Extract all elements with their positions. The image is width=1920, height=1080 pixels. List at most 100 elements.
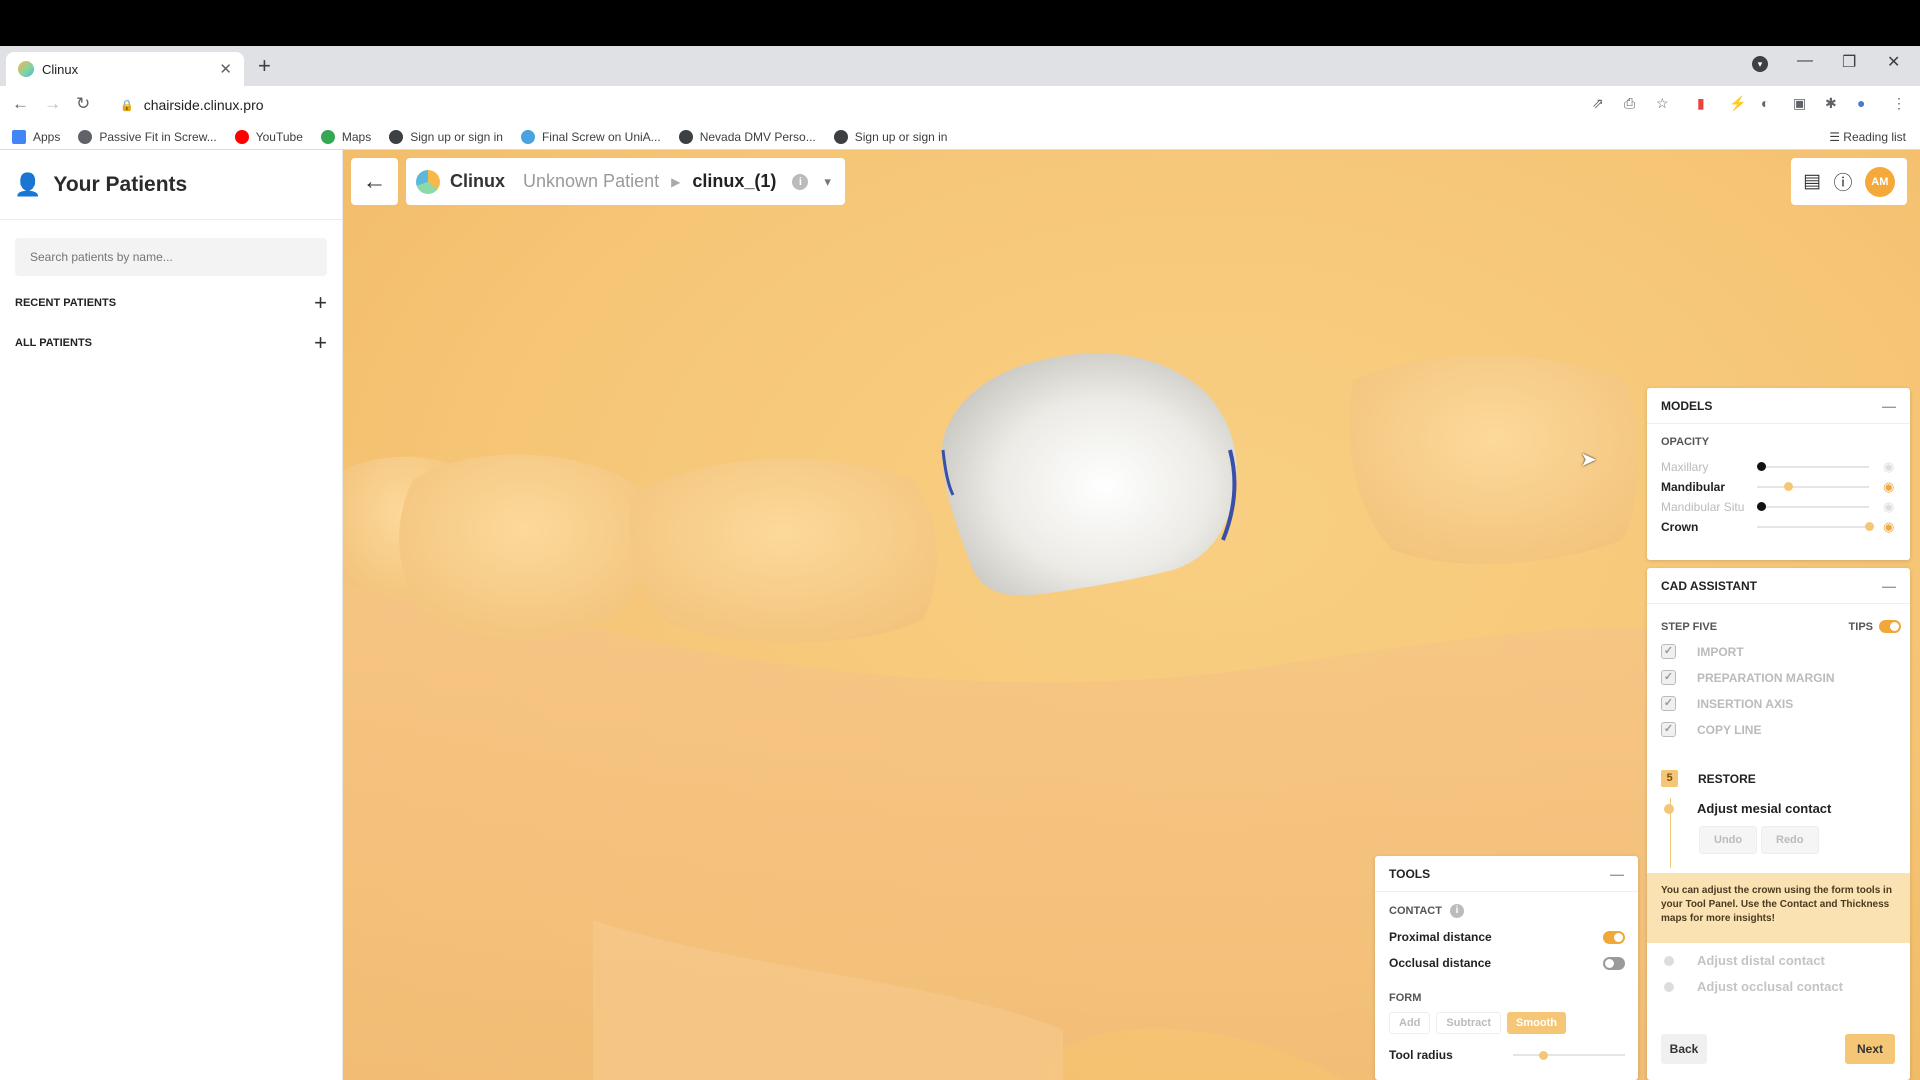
tab-title: Clinux: [42, 61, 79, 77]
all-patients-section[interactable]: ALL PATIENTS +: [15, 332, 327, 354]
add-all-icon[interactable]: +: [314, 332, 327, 354]
opacity-slider-knob[interactable]: [1757, 502, 1766, 511]
opacity-slider-track[interactable]: [1757, 506, 1869, 508]
extension-circle-icon[interactable]: ◐: [1761, 95, 1769, 111]
help-icon[interactable]: ⓘ: [1833, 168, 1852, 195]
install-app-icon[interactable]: ⎙: [1624, 95, 1635, 112]
completed-step-row[interactable]: ✓ IMPORT: [1661, 644, 1901, 659]
opacity-slider-track[interactable]: [1757, 486, 1869, 488]
cad-header[interactable]: CAD ASSISTANT —: [1647, 568, 1910, 604]
back-step-button[interactable]: Back: [1661, 1034, 1707, 1064]
completed-step-row[interactable]: ✓ INSERTION AXIS: [1661, 696, 1901, 711]
opacity-slider-knob[interactable]: [1757, 462, 1766, 471]
form-subtract-button[interactable]: Subtract: [1436, 1012, 1502, 1034]
forward-nav-icon[interactable]: →: [44, 94, 61, 114]
visibility-eye-icon[interactable]: ◉: [1883, 519, 1894, 535]
close-window-icon[interactable]: ✕: [1887, 52, 1900, 72]
tips-toggle-row[interactable]: TIPS: [1849, 620, 1901, 633]
3d-viewport[interactable]: ← Clinux Unknown Patient ▶ clinux_(1) i …: [343, 150, 1920, 1080]
redo-button[interactable]: Redo: [1761, 826, 1819, 854]
models-panel: MODELS — OPACITY Maxillary ◉ Mandibular ◉ Ma…: [1647, 388, 1910, 560]
extensions-puzzle-icon[interactable]: ✱: [1825, 95, 1837, 112]
browser-tab[interactable]: Clinux ✕: [6, 52, 244, 86]
form-add-button[interactable]: Add: [1389, 1012, 1431, 1034]
info-icon[interactable]: i: [792, 173, 809, 190]
youtube-icon: [234, 129, 249, 144]
pending-substep-label: Adjust distal contact: [1697, 953, 1825, 968]
completed-step-row[interactable]: ✓ PREPARATION MARGIN: [1661, 670, 1901, 685]
bookmark-item[interactable]: Maps: [320, 129, 371, 144]
restore-icon[interactable]: ❐: [1842, 52, 1856, 72]
tools-header[interactable]: TOOLS —: [1375, 856, 1638, 892]
extension-bolt-icon[interactable]: ⚡: [1729, 95, 1746, 112]
collapse-models-icon[interactable]: —: [1882, 398, 1896, 414]
completed-step-row[interactable]: ✓ COPY LINE: [1661, 722, 1901, 737]
proximal-toggle[interactable]: [1603, 930, 1625, 944]
pending-substep-row[interactable]: Adjust occlusal contact: [1661, 979, 1901, 994]
tool-radius-slider[interactable]: [1513, 1048, 1625, 1062]
extension-box-icon[interactable]: ▣: [1793, 95, 1806, 112]
minimize-icon[interactable]: —: [1797, 52, 1813, 70]
opacity-slider-knob[interactable]: [1865, 522, 1874, 531]
breadcrumb-file[interactable]: clinux_(1): [692, 171, 776, 192]
opacity-slider-track[interactable]: [1757, 526, 1869, 528]
next-step-button[interactable]: Next: [1845, 1034, 1895, 1064]
reading-list-label: Reading list: [1843, 130, 1906, 144]
bookmark-item[interactable]: Passive Fit in Screw...: [78, 129, 217, 144]
visibility-eye-icon[interactable]: ◉: [1883, 479, 1894, 495]
add-recent-icon[interactable]: +: [314, 292, 327, 314]
checkbox-checked-icon: ✓: [1661, 696, 1676, 711]
breadcrumb-patient[interactable]: Unknown Patient: [523, 171, 659, 192]
extension-red-icon[interactable]: ▮: [1697, 95, 1705, 112]
layout-panel-icon[interactable]: ▤: [1803, 170, 1821, 193]
all-patients-label: ALL PATIENTS: [15, 337, 92, 349]
chevron-down-icon[interactable]: ▾: [824, 174, 831, 190]
contact-info-icon[interactable]: i: [1449, 904, 1464, 918]
pending-substep-dot: [1664, 981, 1674, 992]
collapse-cad-icon[interactable]: —: [1882, 578, 1896, 594]
proximal-row[interactable]: Proximal distance: [1389, 930, 1625, 944]
brand-name[interactable]: Clinux: [450, 171, 505, 192]
bookmarks-bar: Apps Passive Fit in Screw... YouTube Maps Si…: [0, 124, 1920, 150]
bookmark-item[interactable]: YouTube: [234, 129, 303, 144]
occlusal-toggle[interactable]: [1603, 956, 1625, 970]
recent-patients-section[interactable]: RECENT PATIENTS +: [15, 292, 327, 314]
patient-search-input[interactable]: [15, 238, 327, 276]
reload-icon[interactable]: ↻: [76, 94, 90, 114]
bookmark-item[interactable]: Sign up or sign in: [833, 129, 947, 144]
bookmark-item[interactable]: Sign up or sign in: [389, 129, 503, 144]
opacity-slider-knob[interactable]: [1784, 482, 1793, 491]
visibility-eye-icon[interactable]: ◉: [1883, 459, 1894, 475]
bookmark-item[interactable]: Apps: [12, 129, 60, 144]
tab-search-icon[interactable]: ▾: [1752, 56, 1768, 72]
bookmark-item[interactable]: Final Screw on UniA...: [520, 129, 661, 144]
back-button[interactable]: ←: [351, 158, 398, 205]
visibility-eye-icon[interactable]: ◉: [1883, 499, 1894, 515]
profile-avatar-icon[interactable]: ●: [1857, 95, 1865, 111]
crown-restoration[interactable]: [942, 353, 1237, 596]
opacity-row-label: Maxillary: [1661, 460, 1709, 474]
collapse-tools-icon[interactable]: —: [1610, 866, 1624, 882]
models-header[interactable]: MODELS —: [1647, 388, 1910, 424]
completed-step-label: INSERTION AXIS: [1697, 696, 1794, 711]
new-tab-icon[interactable]: +: [258, 54, 271, 78]
contact-label: CONTACT: [1389, 905, 1442, 917]
close-tab-icon[interactable]: ✕: [219, 60, 232, 78]
pending-substep-row[interactable]: Adjust distal contact: [1661, 953, 1901, 968]
opacity-slider-track[interactable]: [1757, 466, 1869, 468]
form-smooth-button[interactable]: Smooth: [1507, 1012, 1566, 1034]
browser-menu-icon[interactable]: ⋮: [1892, 95, 1906, 112]
undo-button[interactable]: Undo: [1699, 826, 1758, 854]
mouse-cursor-icon: ➤: [1580, 449, 1597, 471]
user-avatar[interactable]: AM: [1864, 166, 1895, 197]
reading-list[interactable]: ☰ Reading list: [1829, 130, 1906, 144]
occlusal-row[interactable]: Occlusal distance: [1389, 956, 1625, 970]
back-nav-icon[interactable]: ←: [12, 94, 29, 114]
bookmark-item[interactable]: Nevada DMV Perso...: [678, 129, 816, 144]
active-substep-row[interactable]: Adjust mesial contact: [1661, 801, 1901, 816]
tool-radius-row: Tool radius: [1389, 1048, 1625, 1062]
url-field[interactable]: 🔒 chairside.clinux.pro: [108, 90, 1588, 120]
bookmark-star-icon[interactable]: ☆: [1656, 95, 1669, 112]
tips-toggle[interactable]: [1879, 620, 1901, 633]
open-external-icon[interactable]: ⇗: [1592, 95, 1604, 112]
